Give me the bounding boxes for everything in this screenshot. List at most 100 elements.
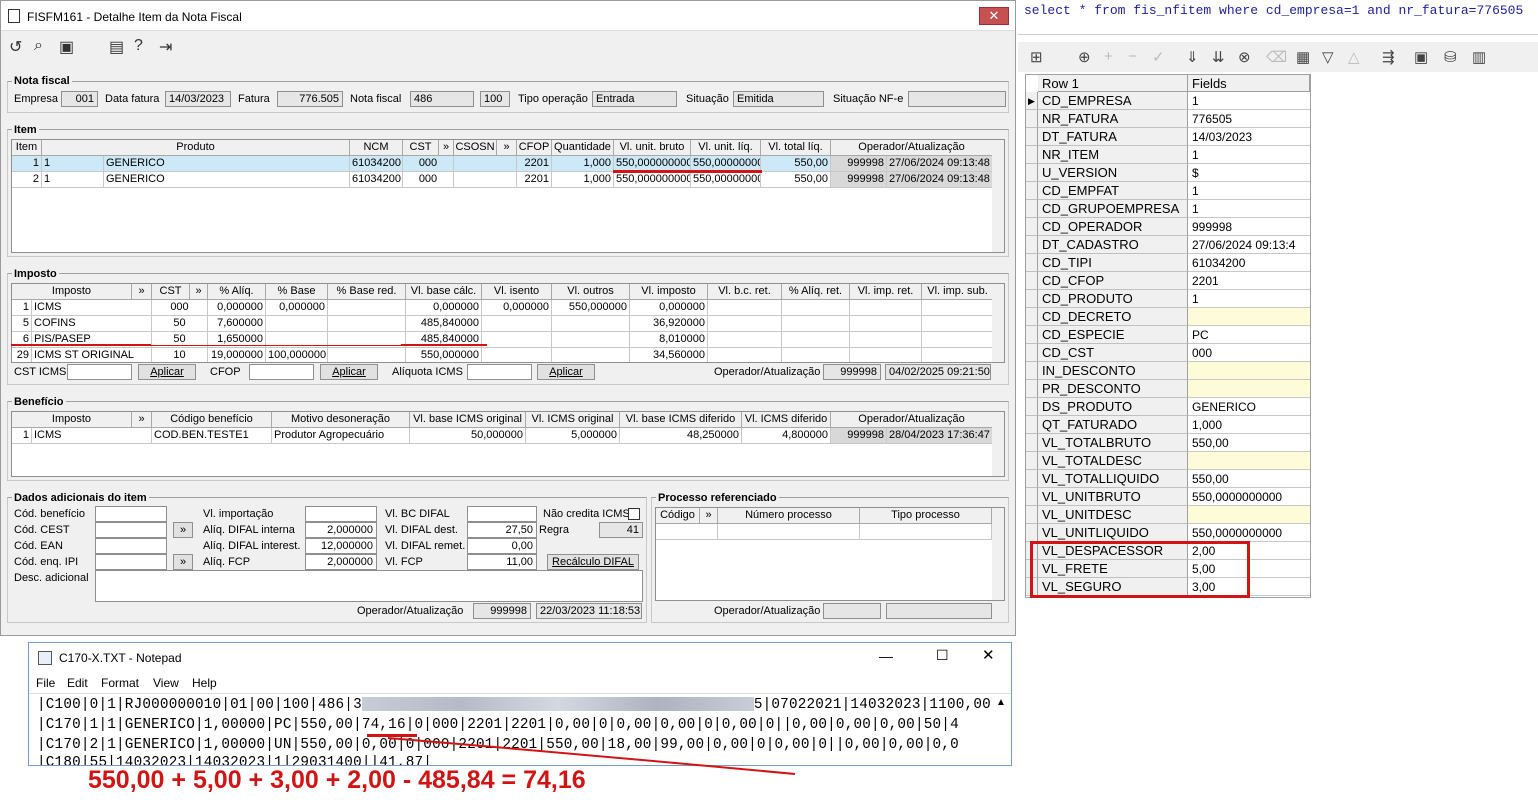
table-cell[interactable]: [850, 332, 922, 348]
grid-icon[interactable]: ⊞: [1030, 48, 1043, 66]
aliquota-icms-input[interactable]: [467, 364, 532, 380]
table-cell[interactable]: [454, 172, 517, 188]
close-icon[interactable]: ✕: [982, 646, 995, 664]
field-value[interactable]: 61034200: [1188, 254, 1310, 272]
table-cell[interactable]: [708, 316, 782, 332]
situacao-field[interactable]: Emitida: [733, 91, 824, 107]
table-cell[interactable]: 485,840000: [406, 316, 482, 332]
table-cell[interactable]: [850, 316, 922, 332]
table-cell[interactable]: [454, 156, 517, 172]
database-icon[interactable]: ⛁: [1444, 48, 1457, 66]
check-icon[interactable]: ✓: [1152, 48, 1165, 66]
table-cell[interactable]: [782, 348, 850, 362]
col-imposto[interactable]: Imposto: [12, 284, 132, 300]
col-vl-icms-original[interactable]: Vl. ICMS original: [526, 412, 620, 428]
table-cell[interactable]: 550,000000: [552, 300, 630, 316]
record-view-icon[interactable]: ▦: [1296, 48, 1310, 66]
field-value[interactable]: 550,00: [1188, 470, 1310, 488]
table-cell[interactable]: 36,920000: [630, 316, 708, 332]
menu-help[interactable]: Help: [192, 676, 217, 690]
col-operador[interactable]: Operador/Atualização: [831, 412, 993, 428]
col-cst-lookup[interactable]: »: [439, 140, 454, 156]
vl-difal-dest-field[interactable]: 27,50: [467, 522, 537, 538]
calendar-icon[interactable]: ▤: [109, 37, 124, 57]
table-cell[interactable]: ICMS: [32, 428, 152, 444]
table-cell[interactable]: 19,000000: [208, 348, 266, 362]
table-row[interactable]: 1: [12, 428, 32, 444]
table-cell[interactable]: 999998: [831, 428, 887, 444]
arrow-down-icon[interactable]: ⇓: [1186, 48, 1199, 66]
table-cell[interactable]: [782, 300, 850, 316]
table-cell[interactable]: [922, 348, 994, 362]
col-vl-icms-diferido[interactable]: Vl. ICMS diferido: [742, 412, 831, 428]
minus-icon[interactable]: −: [1128, 48, 1137, 65]
aplicar-cst-button[interactable]: Aplicar: [138, 364, 196, 380]
table-cell[interactable]: [552, 332, 630, 348]
col-csosn-lookup[interactable]: »: [497, 140, 517, 156]
cfop-input[interactable]: [249, 364, 314, 380]
table-cell[interactable]: 100,000000: [266, 348, 328, 362]
lock-icon[interactable]: ⊕: [1078, 48, 1091, 66]
col-quantidade[interactable]: Quantidade: [552, 140, 614, 156]
vl-fcp-field[interactable]: 11,00: [467, 554, 537, 570]
serie-field[interactable]: 100: [480, 91, 510, 107]
table-row[interactable]: 1: [12, 156, 42, 172]
table-cell[interactable]: 1: [42, 172, 104, 188]
col-tipo-processo[interactable]: Tipo processo: [860, 508, 992, 524]
cst-icms-input[interactable]: [67, 364, 132, 380]
col-base-red[interactable]: % Base red.: [328, 284, 406, 300]
col-numero-processo[interactable]: Número processo: [718, 508, 860, 524]
col-imposto-lookup[interactable]: »: [132, 284, 152, 300]
close-button[interactable]: ✕: [979, 7, 1009, 25]
vl-difal-remet-field[interactable]: 0,00: [467, 538, 537, 554]
data-fatura-field[interactable]: 14/03/2023: [165, 91, 231, 107]
field-value[interactable]: 550,0000000000: [1188, 524, 1310, 542]
cod-enq-ipi-input[interactable]: [95, 554, 167, 570]
table-cell[interactable]: 1,000: [552, 156, 614, 172]
col-vl-outros[interactable]: Vl. outros: [552, 284, 630, 300]
field-value[interactable]: [1188, 308, 1310, 326]
col-vl-base-calc[interactable]: Vl. base cálc.: [406, 284, 482, 300]
cod-cest-input[interactable]: [95, 522, 167, 538]
table-cell[interactable]: 50: [152, 316, 208, 332]
table-cell[interactable]: 50,000000: [410, 428, 526, 444]
nao-credita-icms-checkbox[interactable]: [628, 508, 640, 520]
table-cell[interactable]: 61034200: [350, 172, 403, 188]
save-icon[interactable]: ▣: [59, 37, 74, 57]
field-value[interactable]: 1,000: [1188, 416, 1310, 434]
table-cell[interactable]: 5,000000: [526, 428, 620, 444]
table-cell[interactable]: 000: [152, 300, 208, 316]
search-icon[interactable]: ⌕: [34, 37, 43, 55]
field-value[interactable]: 550,00: [1188, 434, 1310, 452]
aliq-difal-interest-field[interactable]: 12,000000: [305, 538, 377, 554]
arrow-down-all-icon[interactable]: ⇊: [1212, 48, 1225, 66]
col-vl-unit-bruto[interactable]: Vl. unit. bruto: [614, 140, 691, 156]
col-base[interactable]: % Base: [266, 284, 328, 300]
col-motivo-desoneracao[interactable]: Motivo desoneração: [272, 412, 410, 428]
col-codigo-beneficio[interactable]: Código benefício: [152, 412, 272, 428]
col-cst[interactable]: CST: [403, 140, 439, 156]
table-cell[interactable]: 1,000: [552, 172, 614, 188]
tipo-operacao-field[interactable]: Entrada: [592, 91, 677, 107]
table-cell[interactable]: [328, 316, 406, 332]
table-cell[interactable]: 61034200: [350, 156, 403, 172]
aplicar-cfop-button[interactable]: Aplicar: [320, 364, 378, 380]
table-cell[interactable]: ICMS: [32, 300, 152, 316]
field-value[interactable]: 999998: [1188, 218, 1310, 236]
table-cell[interactable]: 550,00: [761, 172, 831, 188]
cod-beneficio-input[interactable]: [95, 506, 167, 522]
table-cell[interactable]: [552, 348, 630, 362]
cod-ean-input[interactable]: [95, 538, 167, 554]
scroll-up-icon[interactable]: ▲: [996, 697, 1006, 708]
col-item[interactable]: Item: [12, 140, 42, 156]
field-value[interactable]: [1188, 506, 1310, 524]
col-vl-total-liq[interactable]: Vl. total líq.: [761, 140, 831, 156]
table-cell[interactable]: GENERICO: [104, 156, 350, 172]
beneficio-scrollbar[interactable]: [992, 412, 1004, 476]
field-value[interactable]: 1: [1188, 146, 1310, 164]
col-operador[interactable]: Operador/Atualização: [831, 140, 993, 156]
field-value[interactable]: 1: [1188, 200, 1310, 218]
field-value[interactable]: GENERICO: [1188, 398, 1310, 416]
col-vl-isento[interactable]: Vl. isento: [482, 284, 552, 300]
menu-file[interactable]: File: [36, 676, 55, 690]
